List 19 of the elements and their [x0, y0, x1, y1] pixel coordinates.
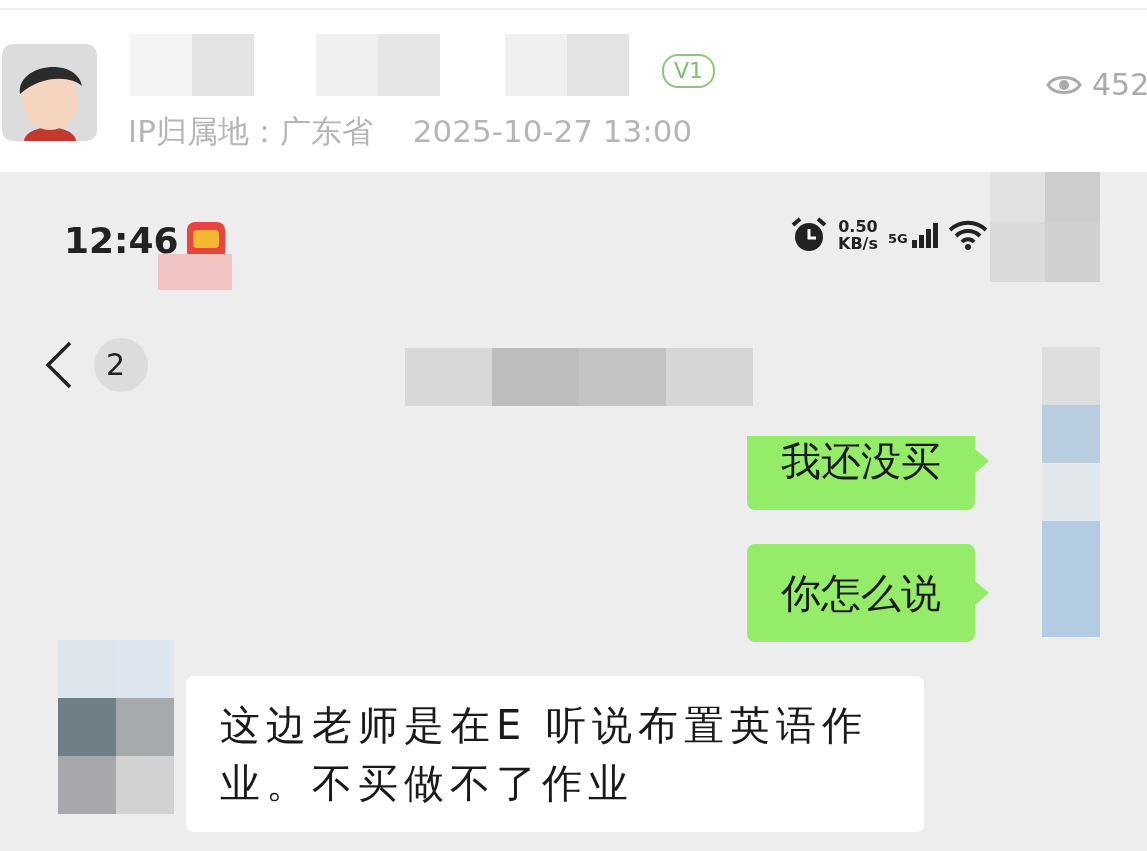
ip-location: 广东省 — [279, 112, 373, 151]
view-count: 452 — [1092, 66, 1147, 104]
chat-bubble: 你怎么说 — [747, 544, 975, 642]
unread-count: 2 — [94, 338, 148, 392]
network-type: 5G — [887, 229, 908, 248]
bubble-tail — [975, 449, 989, 473]
alarm-icon — [790, 216, 828, 254]
chat-bubble: 这边老师是在E 听说布置英语作业。不买做不了作业 — [186, 676, 924, 832]
avatar[interactable] — [2, 44, 97, 141]
post-time: 2025-10-27 13:00 — [412, 112, 693, 151]
ip-label: IP归属地： — [128, 112, 280, 151]
bubble-tail — [975, 581, 989, 605]
signal-icon — [911, 222, 938, 248]
net-speed-value: 0.50 — [838, 218, 878, 235]
back-icon[interactable] — [44, 340, 74, 390]
net-speed-unit: KB/s — [838, 235, 878, 252]
wifi-icon — [947, 219, 988, 251]
level-badge: V1 — [662, 54, 716, 88]
status-time: 12:46 — [64, 219, 179, 263]
